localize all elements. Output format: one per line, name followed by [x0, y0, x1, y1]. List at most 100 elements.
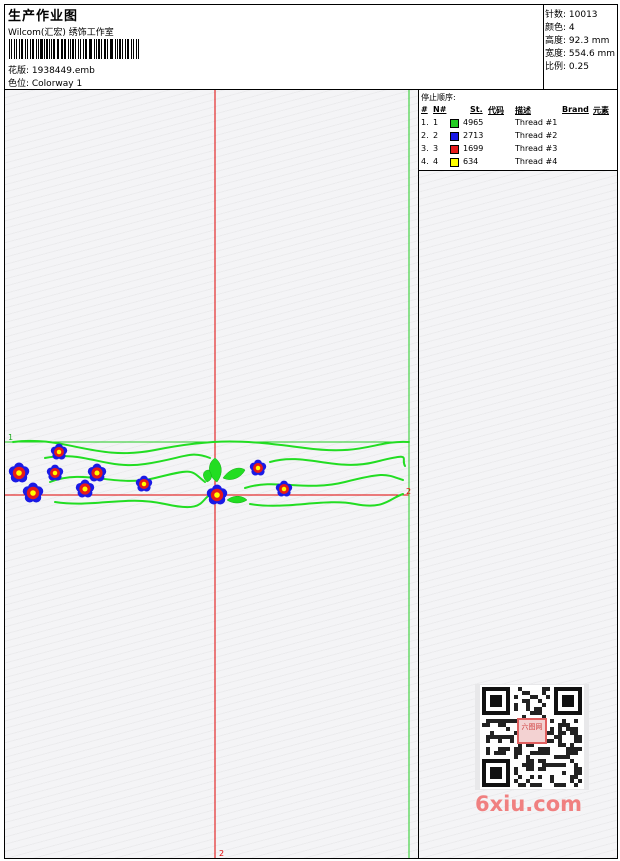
barcode-bar — [72, 39, 74, 59]
qr-module — [574, 727, 578, 731]
flower — [206, 484, 228, 505]
qr-module — [526, 707, 530, 711]
qr-module — [558, 727, 562, 731]
qr-module — [546, 687, 550, 691]
qr-module — [502, 723, 506, 727]
qr-module — [538, 707, 542, 711]
qr-module — [534, 751, 538, 755]
barcode-bar — [35, 39, 37, 59]
stat-scale: 比例: 0.25 — [545, 62, 589, 72]
qr-module — [514, 751, 518, 755]
qr-module — [506, 719, 510, 723]
header-stats: 针数: 10013 颜色: 4 高度: 92.3 mm 宽度: 554.6 mm… — [543, 5, 617, 89]
qr-module — [526, 767, 530, 771]
qr-module — [526, 779, 530, 783]
company-name: Wilcom(汇宏) 绣饰工作室 — [8, 28, 114, 38]
qr-finder-center — [490, 767, 502, 779]
qr-module — [570, 779, 574, 783]
qr-module — [558, 763, 562, 767]
qr-module — [494, 719, 498, 723]
qr-module — [510, 739, 514, 743]
barcode-bar — [67, 39, 69, 59]
qr-module — [526, 755, 530, 759]
qr-module — [574, 751, 578, 755]
flower — [75, 479, 95, 498]
qr-module — [562, 719, 566, 723]
barcode-bar — [90, 39, 92, 59]
qr-module — [550, 775, 554, 779]
qr-module — [494, 751, 498, 755]
qr-module — [566, 747, 570, 751]
qr-module — [514, 771, 518, 775]
row-desc: Thread #1 — [515, 118, 558, 127]
barcode-bar — [29, 39, 32, 59]
flower-center — [56, 449, 62, 455]
qr-module — [566, 727, 570, 731]
row-num: 1. — [421, 118, 429, 127]
row-desc: Thread #4 — [515, 157, 558, 166]
flower — [135, 475, 153, 492]
qr-module — [526, 703, 530, 707]
vine-left-3 — [54, 494, 211, 509]
thread-color-swatch — [450, 132, 459, 141]
qr-module — [562, 763, 566, 767]
barcode-bar — [106, 39, 108, 59]
qr-module — [542, 687, 546, 691]
qr-module — [546, 695, 550, 699]
barcode-bar — [80, 39, 81, 59]
qr-module — [570, 751, 574, 755]
qr-module — [562, 755, 566, 759]
qr-module — [530, 759, 534, 763]
qr-module — [514, 747, 518, 751]
row-stitches: 4965 — [463, 118, 484, 127]
qr-module — [530, 767, 534, 771]
qr-module — [494, 735, 498, 739]
qr-module — [530, 775, 534, 779]
qr-module — [514, 755, 518, 759]
barcode-bar — [131, 39, 132, 59]
thread-table: 停止顺序: # N# St. 代码 描述 Brand 元素 1. 1 4965 Thr… — [419, 90, 617, 171]
barcode-bar — [138, 39, 139, 59]
qr-module — [558, 723, 562, 727]
qr-module — [506, 735, 510, 739]
flower-center — [52, 470, 58, 476]
qr-module — [574, 719, 578, 723]
barcode-bar — [114, 39, 116, 59]
qr-module — [574, 747, 578, 751]
barcode-bar — [27, 39, 28, 59]
qr-module — [558, 783, 562, 787]
barcode-bar — [82, 39, 84, 59]
qr-module — [538, 767, 542, 771]
qr-module — [498, 747, 502, 751]
qr-module — [538, 775, 542, 779]
qr-module — [514, 707, 518, 711]
qr-module — [574, 775, 578, 779]
qr-module — [538, 699, 542, 703]
flower-center — [16, 470, 22, 476]
qr-module — [486, 739, 490, 743]
qr-module — [550, 719, 554, 723]
qr-module — [570, 747, 574, 751]
qr-module — [550, 779, 554, 783]
barcode-bar — [77, 39, 80, 59]
vine-top — [12, 439, 410, 455]
leaf-bottom — [226, 496, 248, 504]
barcode-bar — [125, 39, 126, 59]
thread-color-swatch — [450, 145, 459, 154]
design-canvas[interactable]: 1 2 2 — [5, 90, 419, 858]
qr-module — [578, 747, 582, 751]
flower-center — [30, 490, 36, 496]
qr-module — [550, 731, 554, 735]
qr-module — [510, 719, 514, 723]
thread-color-swatch — [450, 158, 459, 167]
qr-module — [486, 735, 490, 739]
qr-module — [550, 763, 554, 767]
qr-module — [542, 767, 546, 771]
qr-module — [502, 735, 506, 739]
qr-module — [578, 767, 582, 771]
qr-module — [538, 783, 542, 787]
qr-module — [570, 731, 574, 735]
flower — [275, 480, 293, 497]
embroidery-preview: 1 2 2 — [5, 90, 411, 858]
barcode-bar — [48, 39, 50, 59]
